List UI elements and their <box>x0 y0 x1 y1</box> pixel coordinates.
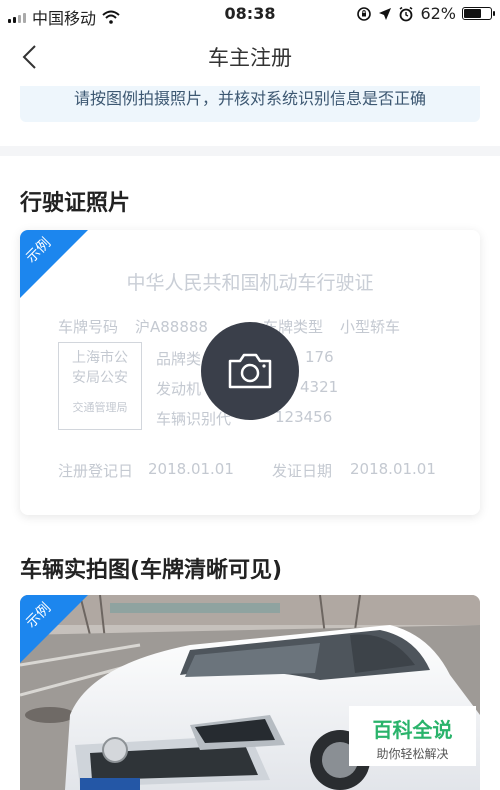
license-card-title: 中华人民共和国机动车行驶证 <box>126 272 374 294</box>
engine-label: 发动机 <box>156 380 202 398</box>
engine-value: 4321 <box>300 378 339 396</box>
watermark-logo: 百科全说 助你轻松解决 <box>349 706 476 766</box>
photo-section-title: 车辆实拍图(车牌清晰可见) <box>20 558 283 583</box>
status-bar: 中国移动 08:38 62% <box>0 0 500 28</box>
license-section-title: 行驶证照片 <box>20 191 131 216</box>
status-right: 62% <box>356 4 495 23</box>
reg-date-label: 注册登记日 <box>58 462 134 480</box>
page-title: 车主注册 <box>208 46 292 70</box>
rotation-lock-icon <box>357 6 372 21</box>
brand-value: 176 <box>305 348 334 366</box>
battery-level <box>464 9 482 18</box>
alarm-icon <box>399 6 413 21</box>
notice-container: 请按图例拍摄照片，并核对系统识别信息是否正确 <box>0 86 500 146</box>
watermark-title: 百科全说 <box>372 718 453 742</box>
camera-button[interactable] <box>201 322 299 420</box>
watermark-subtitle: 助你轻松解决 <box>376 747 449 761</box>
vin-label: 车辆识别代 <box>156 410 232 428</box>
type-value: 小型轿车 <box>340 318 401 336</box>
plate-label: 车牌号码 <box>58 318 119 336</box>
stamp-line-2: 安局公安 <box>72 370 128 386</box>
vin-value: 123456 <box>275 408 333 426</box>
location-arrow-icon <box>379 7 392 20</box>
notice-banner: 请按图例拍摄照片，并核对系统识别信息是否正确 <box>20 86 480 122</box>
license-photo-card[interactable]: 示例 中华人民共和国机动车行驶证 车牌号码 沪A88888 车牌类型 小型轿车 … <box>20 230 480 515</box>
stamp-line-1: 上海市公 <box>72 350 128 366</box>
plate-value: 沪A88888 <box>135 318 208 336</box>
stamp-seal: 上海市公 安局公安 交通管理局 <box>58 342 142 430</box>
stamp-line-3: 交通管理局 <box>72 401 128 414</box>
battery-percent: 62% <box>420 4 456 23</box>
issue-date-value: 2018.01.01 <box>350 460 436 478</box>
battery-icon <box>462 7 495 20</box>
reg-date-value: 2018.01.01 <box>148 460 234 478</box>
issue-date-label: 发证日期 <box>272 462 333 480</box>
camera-icon <box>228 353 272 389</box>
brand-label: 品牌类 <box>156 350 202 368</box>
nav-bar: 车主注册 <box>0 28 500 86</box>
